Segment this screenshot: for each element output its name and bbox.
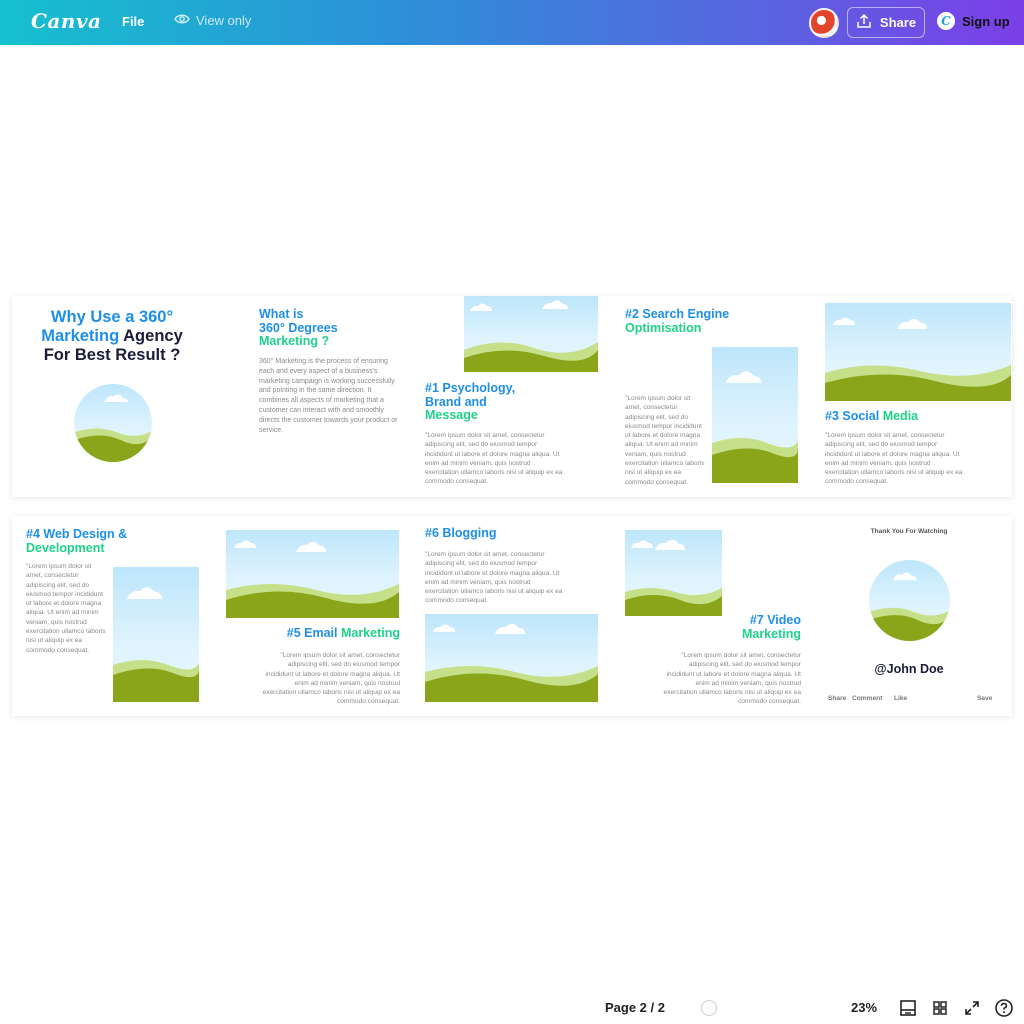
title-line-3: For Best Result ?	[43, 346, 181, 364]
psychology-heading: #1 Psychology, Brand and Message	[425, 381, 516, 423]
image-placeholder-1	[464, 296, 598, 372]
image-placeholder-7	[625, 530, 722, 616]
view-only-indicator: View only	[174, 13, 251, 28]
help-icon[interactable]	[994, 998, 1014, 1018]
p1-line-1: #1 Psychology,	[425, 381, 516, 395]
upload-icon	[856, 13, 872, 32]
page-layout-icon[interactable]	[898, 998, 918, 1018]
video-marketing-paragraph: "Lorem ipsum dolor sit amet, consectetur…	[663, 652, 801, 706]
web-design-paragraph: "Lorem ipsum dolor sit amet, consectetur…	[26, 563, 106, 654]
title-line-1: Why Use a 360°	[50, 308, 174, 326]
title-line-2a: Marketing	[41, 327, 120, 345]
whatis-line-1: What is	[259, 307, 304, 321]
p3-b: Media	[882, 409, 919, 423]
web-design-heading: #4 Web Design & Development	[26, 527, 128, 555]
blogging-heading: #6 Blogging	[425, 527, 497, 540]
p7-line-1: #7 Video	[749, 613, 801, 627]
p6-a: #6	[425, 526, 443, 540]
post-like-action[interactable]: Like	[894, 695, 907, 702]
p5-b: Marketing	[340, 626, 400, 640]
slide-1[interactable]: Why Use a 360° Marketing Agency For Best…	[12, 296, 1012, 497]
psychology-paragraph: "Lorem ipsum dolor sit amet, consectetur…	[425, 432, 563, 486]
p2-line-1: #2 Search Engine	[625, 307, 730, 321]
post-share-action[interactable]: Share	[828, 695, 846, 702]
video-marketing-heading: #7 Video Marketing	[652, 613, 801, 641]
sign-up-label: Sign up	[962, 13, 1010, 29]
blogging-paragraph: "Lorem ipsum dolor sit amet, consectetur…	[425, 551, 563, 605]
social-media-paragraph: "Lorem ipsum dolor sit amet, consectetur…	[825, 432, 963, 486]
what-is-heading: What is 360° Degrees Marketing ?	[259, 307, 338, 349]
share-button[interactable]: Share	[847, 7, 925, 38]
circle-image-placeholder	[74, 384, 152, 462]
page-indicator: Page 2 / 2	[605, 1000, 665, 1015]
image-placeholder-3	[825, 303, 1011, 401]
page-scrubber-handle[interactable]	[701, 1000, 717, 1016]
post-save-action[interactable]: Save	[977, 695, 992, 702]
p2-line-2: Optimisation	[625, 320, 702, 335]
p1-line-3: Message	[425, 408, 478, 422]
fullscreen-icon[interactable]	[962, 998, 982, 1018]
thank-you-text: Thank You For Watching	[870, 528, 948, 535]
image-placeholder-6	[425, 614, 598, 702]
user-avatar[interactable]	[809, 8, 839, 38]
seo-heading: #2 Search Engine Optimisation	[625, 307, 730, 335]
p5-a: #5 Email	[286, 626, 341, 640]
email-marketing-paragraph: "Lorem ipsum dolor sit amet, consectetur…	[262, 652, 400, 706]
canva-logo[interactable]: Canva	[31, 9, 102, 33]
image-placeholder-4	[113, 567, 199, 702]
view-only-label: View only	[196, 13, 252, 28]
eye-icon	[174, 13, 190, 28]
p7-line-2: Marketing	[741, 626, 801, 641]
file-menu-button[interactable]: File	[116, 12, 150, 31]
p3-a: #3 Social	[825, 409, 883, 423]
user-handle: @John Doe	[874, 662, 944, 676]
p1-line-2: Brand and	[425, 394, 487, 409]
social-media-heading: #3 Social Media	[825, 410, 918, 423]
share-label: Share	[879, 15, 917, 30]
email-marketing-heading: #5 Email Marketing	[226, 627, 400, 640]
slide-2[interactable]: #4 Web Design & Development "Lorem ipsum…	[12, 516, 1012, 716]
post-comment-action[interactable]: Comment	[852, 695, 882, 702]
p4-line-2: Development	[26, 540, 105, 555]
title-line-2b: Agency	[119, 327, 183, 345]
sign-up-button[interactable]: C Sign up	[937, 12, 1010, 30]
zoom-level[interactable]: 23%	[851, 1000, 877, 1015]
seo-paragraph: "Lorem ipsum dolor sit amet, consectetur…	[625, 395, 705, 486]
canva-c-icon: C	[937, 12, 955, 30]
p4-line-1: #4 Web Design &	[26, 527, 128, 541]
grid-view-icon[interactable]	[930, 998, 950, 1018]
whatis-line-3: Marketing ?	[259, 334, 330, 348]
p6-b: Blogging	[442, 526, 497, 540]
what-is-paragraph: 360° Marketing is the process of ensurin…	[259, 358, 398, 434]
image-placeholder-2	[712, 347, 798, 483]
whatis-line-2: 360° Degrees	[259, 320, 338, 335]
image-placeholder-5	[226, 530, 399, 618]
top-bar: Canva File View only Share C Sign up	[0, 0, 1024, 45]
bottom-toolbar: Page 2 / 2 23%	[0, 992, 1024, 1024]
slide-title: Why Use a 360° Marketing Agency For Best…	[12, 308, 212, 365]
profile-circle-placeholder	[869, 560, 950, 641]
